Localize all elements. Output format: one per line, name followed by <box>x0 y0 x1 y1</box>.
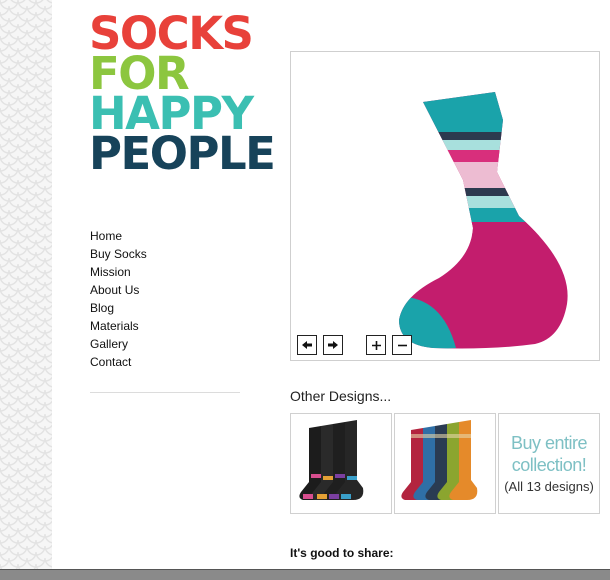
product-image-frame <box>290 51 600 361</box>
zoom-out-button[interactable] <box>392 335 412 355</box>
arrow-left-icon <box>302 341 312 349</box>
design-thumbnail-black[interactable] <box>290 413 392 514</box>
next-image-button[interactable] <box>323 335 343 355</box>
buy-collection-line2: collection! <box>511 455 587 475</box>
prev-image-button[interactable] <box>297 335 317 355</box>
product-sock-image <box>399 92 568 349</box>
nav-item-buy-socks[interactable]: Buy Socks <box>90 245 147 263</box>
main-nav: Home Buy Socks Mission About Us Blog Mat… <box>90 227 147 371</box>
nav-item-mission[interactable]: Mission <box>90 263 147 281</box>
buy-collection-count: (All 13 designs) <box>504 479 594 494</box>
arrow-right-icon <box>328 341 338 349</box>
nav-item-gallery[interactable]: Gallery <box>90 335 147 353</box>
share-label: It's good to share: <box>290 546 394 560</box>
zoom-in-button[interactable] <box>366 335 386 355</box>
nav-item-materials[interactable]: Materials <box>90 317 147 335</box>
other-designs-title: Other Designs... <box>290 388 392 404</box>
buy-collection-line1: Buy entire <box>510 433 588 453</box>
minus-icon <box>397 344 407 346</box>
buy-collection-tile[interactable]: Buy entire collection! (All 13 designs) <box>498 413 600 514</box>
decorative-pattern-strip <box>0 0 52 579</box>
window-bottom-bar <box>0 569 610 580</box>
nav-divider <box>90 392 240 393</box>
design-thumbnail-colors[interactable] <box>394 413 496 514</box>
nav-item-blog[interactable]: Blog <box>90 299 147 317</box>
nav-item-about-us[interactable]: About Us <box>90 281 147 299</box>
color-socks-image <box>401 420 478 500</box>
plus-icon <box>371 340 381 350</box>
site-logo[interactable]: SOCKS FOR HAPPY PEOPLE <box>89 11 276 180</box>
nav-item-home[interactable]: Home <box>90 227 147 245</box>
black-socks-image <box>299 420 364 500</box>
nav-item-contact[interactable]: Contact <box>90 353 147 371</box>
logo-line-people: PEOPLE <box>89 127 276 180</box>
